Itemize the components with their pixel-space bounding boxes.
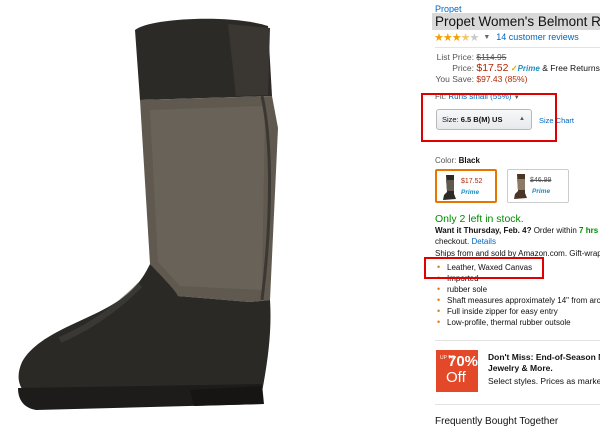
price-block: List Price: $114.95 Price: $17.52 ✓Prime… bbox=[435, 52, 600, 85]
boot-thumbnail bbox=[443, 175, 456, 200]
you-save-row: You Save: $97.43 (85%) bbox=[435, 74, 528, 84]
product-title: Propet Women's Belmont Ridi bbox=[432, 13, 600, 30]
you-save-value: $97.43 (85%) bbox=[476, 74, 528, 84]
color-swatch-brown[interactable]: $46.99 Prime bbox=[507, 169, 569, 203]
boot-thumbnail bbox=[514, 174, 527, 199]
highlight-box-material bbox=[424, 257, 544, 279]
sale-price: $17.52 bbox=[476, 62, 509, 74]
star-rating-icon[interactable]: ★★★★★ bbox=[434, 31, 479, 44]
delivery-estimate: Want it Thursday, Feb. 4? Order within 7… bbox=[435, 226, 600, 235]
rating-row: ★★★★★ ▼ 14 customer reviews bbox=[434, 31, 579, 44]
stock-status: Only 2 left in stock. bbox=[435, 213, 524, 225]
frequently-bought-heading: Frequently Bought Together bbox=[435, 416, 559, 427]
swatch-price: $46.99 bbox=[530, 177, 552, 184]
divider bbox=[435, 47, 600, 48]
free-returns-text: & Free Returns. bbox=[542, 63, 600, 73]
divider bbox=[435, 340, 600, 341]
details-link[interactable]: Details bbox=[471, 237, 495, 246]
swatch-prime-badge: Prime bbox=[461, 189, 480, 196]
promo-subtitle: Select styles. Prices as marked. bbox=[488, 376, 600, 386]
prime-check-icon: ✓ bbox=[510, 64, 518, 73]
feature-bullet: Full inside zipper for easy entry bbox=[435, 306, 600, 317]
checkout-line: checkout. Details bbox=[435, 237, 496, 246]
feature-bullet: Low-profile, thermal rubber outsole bbox=[435, 317, 600, 328]
price-row: Price: $17.52 ✓Prime & Free Returns. bbox=[435, 63, 600, 74]
swatch-price: $17.52 bbox=[461, 178, 483, 185]
product-main-image[interactable] bbox=[0, 0, 420, 430]
promo-badge-icon[interactable]: UP TO 70% Off bbox=[436, 350, 478, 392]
list-price-row: List Price: $114.95 bbox=[436, 52, 507, 62]
countdown: 7 hrs 2 bbox=[579, 226, 600, 235]
boot-image bbox=[18, 18, 278, 410]
feature-bullet: Shaft measures approximately 14" from ar… bbox=[435, 295, 600, 306]
color-value: Black bbox=[458, 156, 480, 165]
prime-badge: Prime bbox=[517, 64, 540, 73]
customer-reviews-link[interactable]: 14 customer reviews bbox=[496, 32, 579, 42]
promo-title[interactable]: Don't Miss: End-of-Season Ma Jewelry & M… bbox=[488, 352, 600, 374]
color-label: Color: Black bbox=[435, 156, 480, 165]
swatch-prime-badge: Prime bbox=[532, 188, 551, 195]
highlight-box-size bbox=[421, 93, 557, 142]
feature-bullet: rubber sole bbox=[435, 284, 600, 295]
color-swatch-black[interactable]: $17.52 Prime bbox=[435, 169, 497, 203]
divider bbox=[435, 404, 600, 405]
product-details-panel: Propet Propet Women's Belmont Ridi ★★★★★… bbox=[432, 0, 600, 430]
chevron-down-icon[interactable]: ▼ bbox=[483, 34, 490, 41]
list-price: $114.95 bbox=[476, 52, 507, 62]
